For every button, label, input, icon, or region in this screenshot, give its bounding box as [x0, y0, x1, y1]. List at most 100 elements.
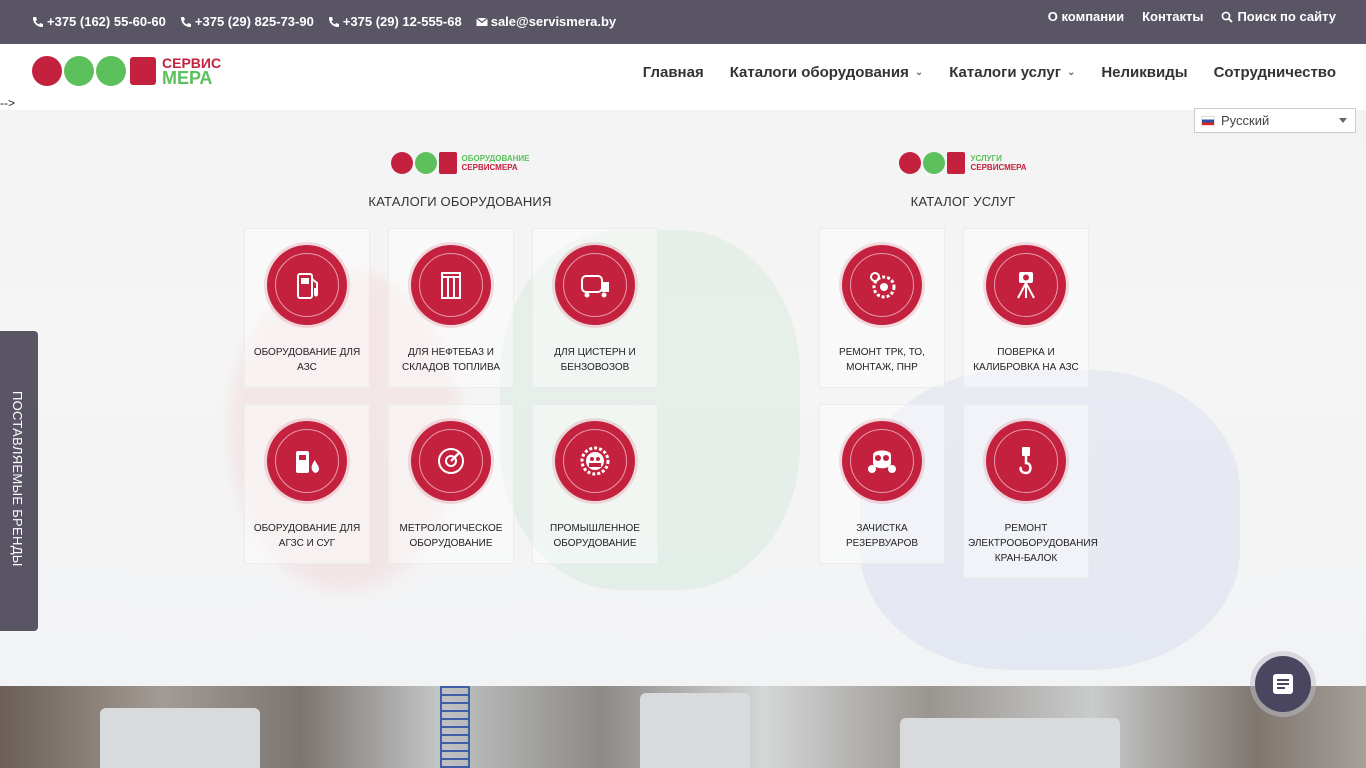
message-icon [1273, 674, 1293, 694]
search-icon [1222, 11, 1234, 23]
language-select[interactable]: Русский [1194, 108, 1356, 133]
site-logo[interactable]: СЕРВИС МЕРА [32, 56, 221, 88]
card-icon-circle [411, 245, 491, 325]
storage-tank-icon [441, 272, 461, 299]
gear-wrench-icon [870, 272, 896, 299]
card-crane-repair[interactable]: РЕМОНТ ЭЛЕКТРООБОРУДОВАНИЯ КРАН-БАЛОК [963, 404, 1098, 578]
card-metrology[interactable]: МЕТРОЛОГИЧЕСКОЕ ОБОРУДОВАНИЕ [388, 404, 514, 564]
main-nav: Главная Каталоги оборудования ⌄ Каталоги … [643, 64, 1336, 81]
services-logo-text: УСЛУГИ СЕРВИСМЕРА [970, 154, 1026, 172]
card-label: ЗАЧИСТКА РЕЗЕРВУАРОВ [845, 523, 919, 549]
card-icon-circle [411, 421, 491, 501]
email-link[interactable]: sale@servismera.by [475, 14, 617, 29]
card-label: МЕТРОЛОГИЧЕСКОЕ ОБОРУДОВАНИЕ [399, 523, 503, 549]
logo-fuel-icon [899, 152, 922, 174]
phone-text-2: +375 (29) 825-73-90 [194, 14, 314, 29]
nav-illiquid[interactable]: Неликвиды [1101, 64, 1187, 81]
card-icon-circle [986, 421, 1066, 501]
equipment-logo-line-2: СЕРВИСМЕРА [461, 163, 518, 172]
gauge-icon [438, 448, 464, 474]
catalog-section: ОБОРУДОВАНИЕ СЕРВИСМЕРА КАТАЛОГИ ОБОРУДО… [0, 110, 1366, 686]
nav-illiquid-label: Неликвиды [1101, 64, 1188, 81]
services-title: КАТАЛОГ УСЛУГ [910, 194, 1016, 209]
services-logo-line-1: УСЛУГИ [970, 154, 1002, 163]
phone-icon [328, 16, 339, 27]
phone-icon [180, 16, 191, 27]
logo-truck-icon [923, 152, 946, 174]
search-link[interactable]: Поиск по сайту [1221, 9, 1336, 24]
photo-tank [100, 708, 260, 768]
logo-tank-icon [96, 56, 126, 86]
nav-service-catalogs[interactable]: Каталоги услуг ⌄ [949, 64, 1075, 81]
chat-widget-button[interactable] [1255, 656, 1311, 712]
equipment-heading: ОБОРУДОВАНИЕ СЕРВИСМЕРА КАТАЛОГИ ОБОРУДО… [300, 150, 620, 209]
nav-home-label: Главная [642, 64, 704, 81]
services-logo-line-2: СЕРВИСМЕРА [970, 163, 1027, 172]
top-links: О компании Контакты Поиск по сайту [1048, 9, 1336, 24]
card-tankers[interactable]: ДЛЯ ЦИСТЕРН И БЕНЗОВОЗОВ [532, 228, 658, 388]
brands-side-tab[interactable]: ПОСТАВЛЯЕМЫЕ БРЕНДЫ [0, 331, 38, 631]
nav-equipment-catalogs[interactable]: Каталоги оборудования ⌄ [730, 64, 924, 81]
card-icon-circle [267, 421, 347, 501]
tripod-camera-icon [1017, 272, 1035, 299]
gas-pump-flame-icon [296, 451, 319, 473]
card-label: ОБОРУДОВАНИЕ ДЛЯ АЗС [253, 347, 361, 373]
card-industrial[interactable]: ПРОМЫШЛЕННОЕ ОБОРУДОВАНИЕ [532, 404, 658, 564]
stray-comment-text: --> [0, 96, 15, 110]
about-link[interactable]: О компании [1048, 9, 1124, 24]
nav-equipment-label: Каталоги оборудования [729, 64, 909, 81]
gear-workers-icon [580, 446, 610, 476]
card-lpg-equipment[interactable]: ОБОРУДОВАНИЕ ДЛЯ АГЗС И СУГ [244, 404, 370, 564]
nav-services-label: Каталоги услуг [949, 64, 1061, 81]
industrial-photo-banner [0, 686, 1366, 768]
card-label: ДЛЯ ЦИСТЕРН И БЕНЗОВОЗОВ [554, 347, 636, 373]
logo-truck-icon [414, 152, 437, 174]
envelope-icon [475, 17, 488, 26]
contacts-link[interactable]: Контакты [1142, 9, 1203, 24]
gas-mask-icon [868, 450, 896, 473]
phone-link-1[interactable]: +375 (162) 55-60-60 [32, 14, 166, 29]
logo-building-icon [947, 152, 966, 174]
equipment-mini-logo: ОБОРУДОВАНИЕ СЕРВИСМЕРА [300, 150, 620, 176]
card-calibration[interactable]: ПОВЕРКА И КАЛИБРОВКА НА АЗС [963, 228, 1089, 388]
services-mini-logo: УСЛУГИ СЕРВИСМЕРА [803, 150, 1123, 176]
search-link-label: Поиск по сайту [1237, 9, 1336, 24]
card-label: ДЛЯ НЕФТЕБАЗ И СКЛАДОВ ТОПЛИВА [402, 347, 500, 373]
card-icon-circle [842, 421, 922, 501]
card-azs-equipment[interactable]: ОБОРУДОВАНИЕ ДЛЯ АЗС [244, 228, 370, 388]
card-icon-circle [555, 421, 635, 501]
chevron-down-icon: ⌄ [1066, 67, 1076, 78]
services-heading: УСЛУГИ СЕРВИСМЕРА КАТАЛОГ УСЛУГ [803, 150, 1123, 209]
card-tank-cleaning[interactable]: ЗАЧИСТКА РЕЗЕРВУАРОВ [819, 404, 945, 564]
tanker-truck-icon [581, 275, 609, 298]
russia-flag-icon [1201, 115, 1215, 126]
card-icon-circle [555, 245, 635, 325]
card-label: РЕМОНТ ТРК, ТО, МОНТАЖ, ПНР [839, 347, 925, 373]
brands-side-tab-label: ПОСТАВЛЯЕМЫЕ БРЕНДЫ [10, 391, 25, 567]
logo-truck-icon [64, 56, 94, 86]
photo-ladder [440, 686, 470, 768]
logo-text-bottom: МЕРА [162, 68, 213, 88]
card-icon-circle [267, 245, 347, 325]
card-label: РЕМОНТ ЭЛЕКТРООБОРУДОВАНИЯ КРАН-БАЛОК [968, 523, 1098, 564]
language-selected-value: Русский [1221, 113, 1270, 128]
card-label: ПРОМЫШЛЕННОЕ ОБОРУДОВАНИЕ [550, 523, 640, 549]
phone-icon [33, 16, 43, 27]
photo-tank [640, 693, 750, 768]
fuel-dispenser-icon [297, 273, 318, 299]
card-oil-depots[interactable]: ДЛЯ НЕФТЕБАЗ И СКЛАДОВ ТОПЛИВА [388, 228, 514, 388]
logo-building-icon [438, 152, 457, 174]
email-text: sale@servismera.by [490, 14, 617, 29]
phone-text-1: +375 (162) 55-60-60 [47, 14, 166, 29]
card-label: ОБОРУДОВАНИЕ ДЛЯ АГЗС И СУГ [253, 523, 361, 549]
card-trk-repair[interactable]: РЕМОНТ ТРК, ТО, МОНТАЖ, ПНР [819, 228, 945, 388]
site-header: СЕРВИС МЕРА Главная Каталоги оборудовани… [0, 44, 1366, 110]
equipment-logo-text: ОБОРУДОВАНИЕ СЕРВИСМЕРА [462, 154, 530, 172]
phone-link-2[interactable]: +375 (29) 825-73-90 [180, 14, 314, 29]
logo-fuel-icon [390, 152, 413, 174]
phone-link-3[interactable]: +375 (29) 12-555-68 [328, 14, 462, 29]
equipment-logo-line-1: ОБОРУДОВАНИЕ [461, 154, 530, 163]
phone-text-3: +375 (29) 12-555-68 [342, 14, 462, 29]
nav-cooperation[interactable]: Сотрудничество [1214, 64, 1336, 81]
nav-home[interactable]: Главная [643, 64, 704, 81]
